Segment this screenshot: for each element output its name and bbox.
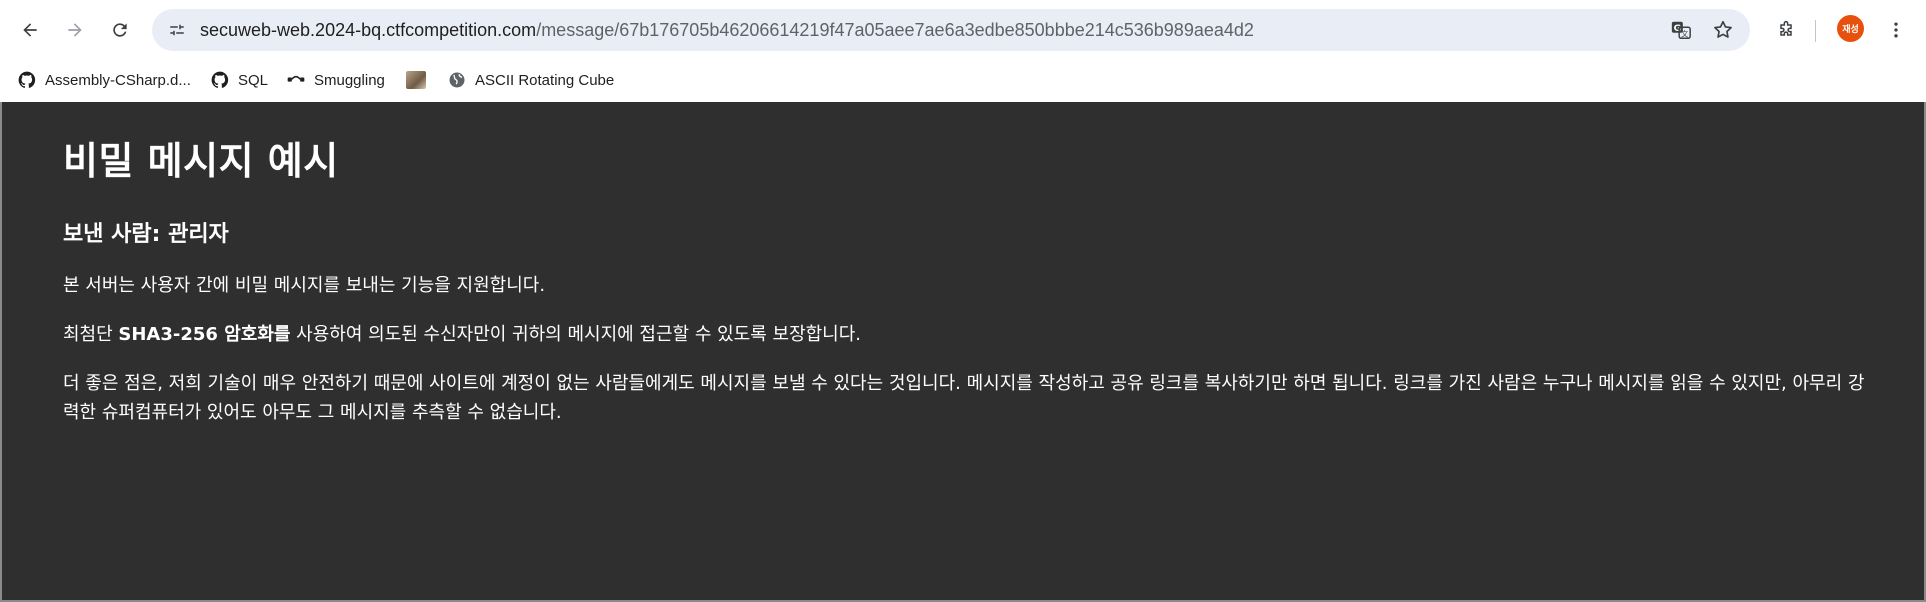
sender-line: 보낸 사람: 관리자 (63, 222, 229, 247)
paragraph-encryption: 최첨단 SHA3-256 암호화를 사용하여 의도된 수신자만이 귀하의 메시지… (63, 320, 1873, 349)
url-path: /message/67b176705b46206614219f47a05aee7… (536, 20, 1254, 40)
site-info-button[interactable] (162, 15, 192, 45)
page-viewport: 비밀 메시지 예시 보낸 사람: 관리자 본 서버는 사용자 간에 비밀 메시지… (2, 102, 1924, 600)
globe-icon (447, 70, 467, 90)
link-icon (286, 70, 306, 90)
paragraph-emphasis: SHA3-256 암호화를 (118, 324, 291, 345)
bookmark-item[interactable] (406, 64, 434, 96)
paragraph-sharing: 더 좋은 점은, 저희 기술이 매우 안전하기 때문에 사이트에 계정이 없는 … (63, 373, 1865, 423)
reload-button[interactable] (102, 12, 138, 48)
page-title: 비밀 메시지 예시 (63, 139, 339, 183)
extensions-button[interactable] (1768, 12, 1804, 48)
bookmark-item[interactable]: Smuggling (286, 64, 385, 96)
svg-text:文: 文 (1681, 29, 1689, 38)
profile-avatar[interactable]: 재성 (1837, 15, 1864, 42)
bookmark-item[interactable]: Assembly-CSharp.d... (17, 64, 191, 96)
github-icon (210, 70, 230, 90)
bookmark-item[interactable]: ASCII Rotating Cube (447, 64, 614, 96)
browser-chrome: secuweb-web.2024-bq.ctfcompetition.com/m… (0, 0, 1926, 102)
bookmark-label: Smuggling (314, 71, 385, 89)
arrow-left-icon (23, 23, 37, 37)
address-bar[interactable]: secuweb-web.2024-bq.ctfcompetition.com/m… (152, 9, 1750, 51)
back-button[interactable] (12, 12, 48, 48)
bookmark-star-button[interactable] (1708, 15, 1738, 45)
arrow-right-icon (68, 23, 82, 37)
url-text[interactable]: secuweb-web.2024-bq.ctfcompetition.com/m… (200, 9, 1254, 51)
tune-icon (170, 24, 184, 36)
paragraph-intro: 본 서버는 사용자 간에 비밀 메시지를 보내는 기능을 지원합니다. (63, 275, 546, 296)
bookmark-label: ASCII Rotating Cube (475, 71, 615, 89)
forward-button[interactable] (57, 12, 93, 48)
bookmark-label: Assembly-CSharp.d... (45, 71, 191, 89)
github-icon (17, 70, 37, 90)
paragraph-text: 최첨단 (63, 324, 119, 345)
kebab-menu-icon (1894, 22, 1898, 38)
toolbar-divider (1815, 20, 1816, 42)
translate-button[interactable]: G文 (1666, 15, 1696, 45)
image-thumbnail (406, 70, 426, 90)
translate-icon: G文 (1671, 21, 1691, 39)
paragraph-text: 사용하여 의도된 수신자만이 귀하의 메시지에 접근할 수 있도록 보장합니다. (290, 324, 862, 345)
puzzle-icon (1780, 20, 1792, 36)
browser-menu-button[interactable] (1878, 12, 1914, 48)
reload-icon (113, 23, 127, 37)
star-icon (1714, 20, 1732, 38)
url-host: secuweb-web.2024-bq.ctfcompetition.com (200, 20, 537, 40)
bookmark-label: SQL (238, 71, 269, 89)
bookmarks-bar: Assembly-CSharp.d... SQL Smuggling ASCII… (0, 60, 1926, 100)
bookmark-item[interactable]: SQL (210, 64, 268, 96)
browser-toolbar: secuweb-web.2024-bq.ctfcompetition.com/m… (0, 0, 1926, 60)
